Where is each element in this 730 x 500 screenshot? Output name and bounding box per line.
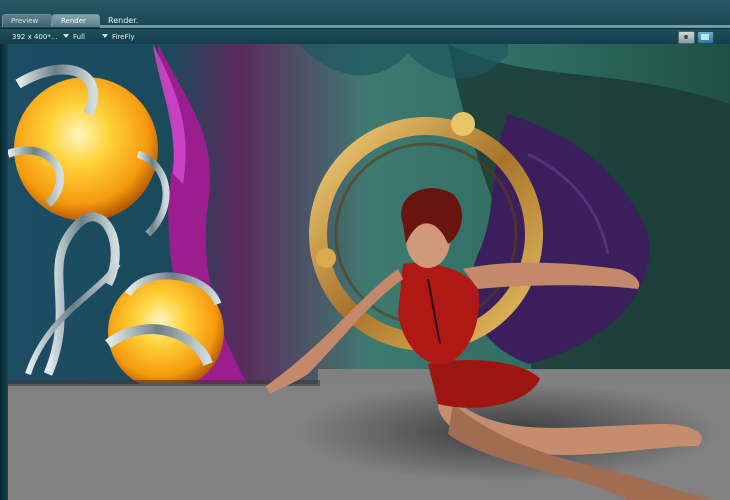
- size-mode-dropdown[interactable]: Full: [63, 31, 85, 43]
- camera-icon[interactable]: [678, 31, 695, 44]
- renderer-dropdown[interactable]: FireFly: [102, 31, 135, 43]
- render-canvas[interactable]: [8, 44, 730, 500]
- tab-render[interactable]: Render: [52, 14, 100, 27]
- renderer-label: FireFly: [112, 33, 135, 41]
- tab-preview[interactable]: Preview: [2, 14, 52, 27]
- rendered-scene: [8, 44, 730, 500]
- render-dimensions[interactable]: 392 x 400*...: [12, 31, 58, 43]
- left-edge: [0, 44, 8, 500]
- tab-bar: Preview Render Render.: [0, 0, 730, 28]
- chevron-down-icon: [102, 34, 108, 38]
- size-mode-label: Full: [73, 33, 85, 41]
- chevron-down-icon: [63, 34, 69, 38]
- monitor-icon[interactable]: [697, 31, 714, 44]
